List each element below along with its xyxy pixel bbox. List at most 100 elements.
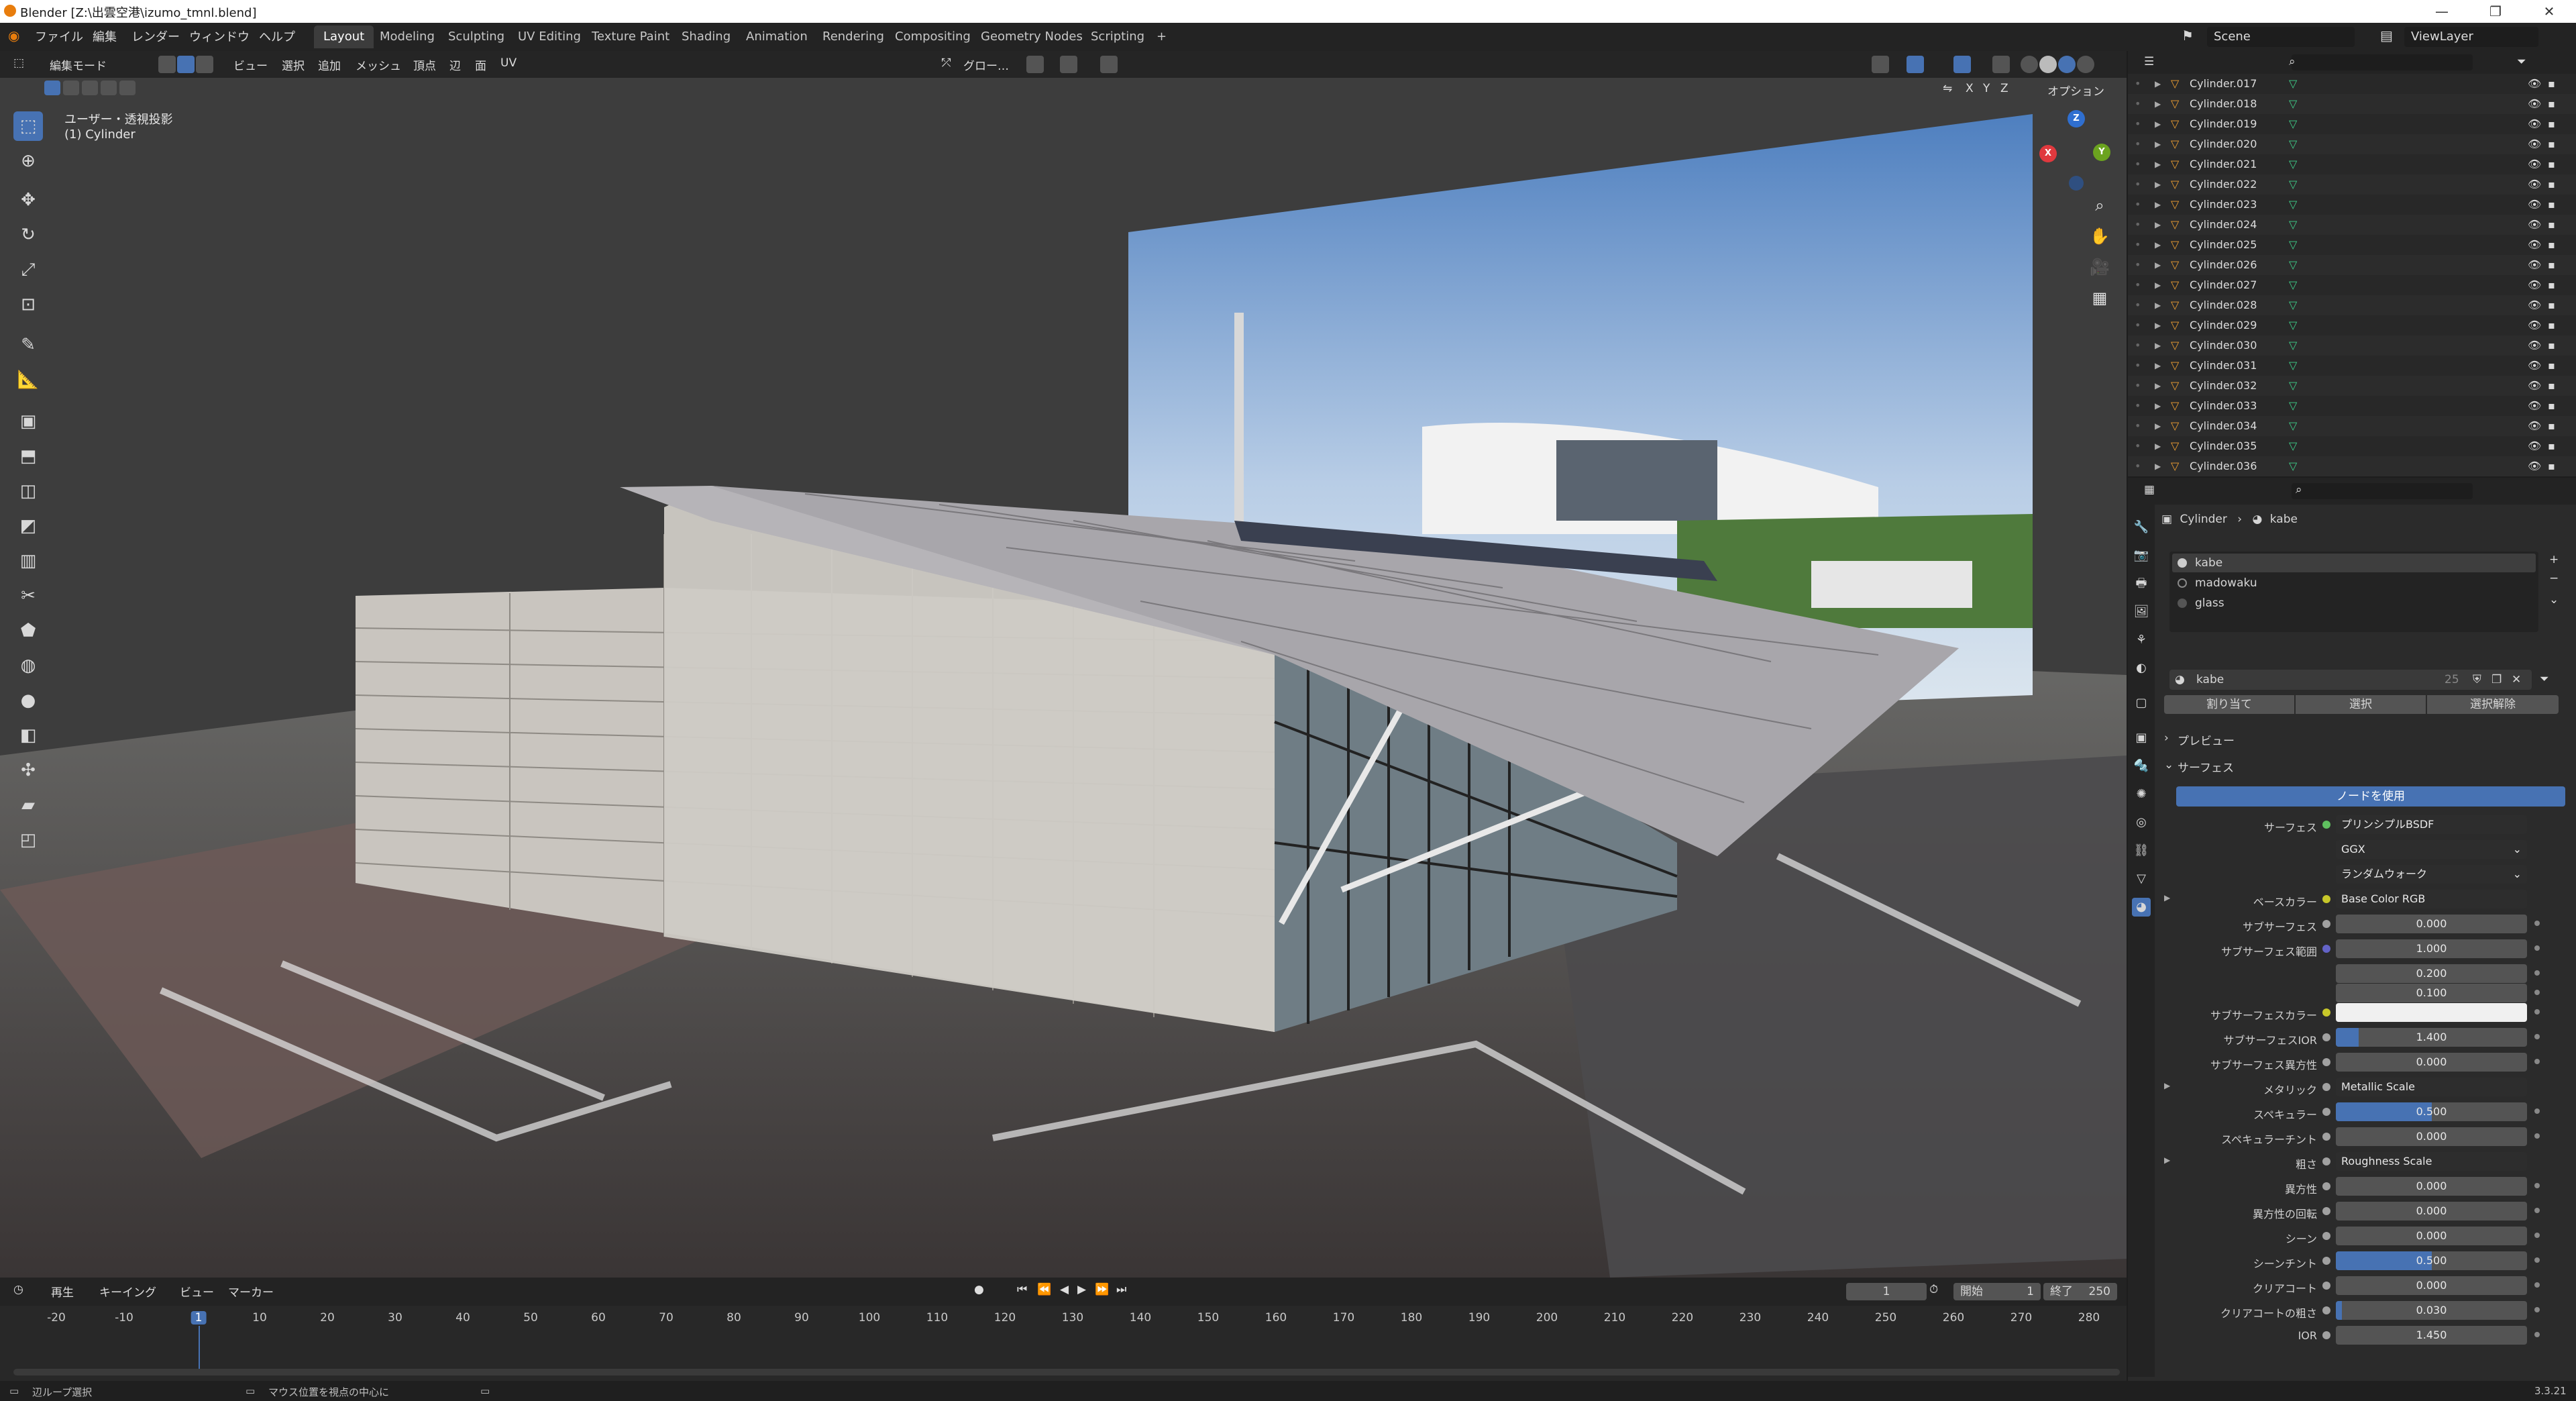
- slot-menu-icon[interactable]: ⌄: [2549, 593, 2559, 607]
- socket-icon[interactable]: [2322, 1257, 2330, 1265]
- menu-vertex[interactable]: 頂点: [413, 56, 436, 73]
- remove-slot-icon[interactable]: −: [2549, 572, 2559, 585]
- material-datablock-selector[interactable]: ◕ kabe 25 ⛨ ❐ ✕: [2169, 670, 2532, 690]
- xray-toggle-button[interactable]: [1992, 56, 2010, 73]
- properties-search-input[interactable]: [2292, 483, 2473, 499]
- keyframe-dot-icon[interactable]: [2534, 1332, 2540, 1337]
- menu-view[interactable]: ビュー: [233, 56, 268, 73]
- eye-icon[interactable]: 👁: [2528, 275, 2541, 295]
- keyframe-dot-icon[interactable]: [2534, 1282, 2540, 1288]
- shear-tool-icon[interactable]: ▰: [13, 790, 43, 820]
- tab-compositing[interactable]: Compositing: [885, 25, 980, 48]
- property-value-field[interactable]: 0.000: [2336, 1276, 2527, 1295]
- property-value-field[interactable]: 1.400: [2336, 1028, 2527, 1047]
- maximize-button[interactable]: ❐: [2469, 0, 2522, 23]
- keyframe-dot-icon[interactable]: [2534, 1059, 2540, 1064]
- expand-arrow-icon[interactable]: ▶: [2155, 114, 2161, 134]
- bevel-tool-icon[interactable]: ◩: [13, 511, 43, 541]
- expand-arrow-icon[interactable]: ▶: [2155, 295, 2161, 315]
- expand-arrow-icon[interactable]: ▶: [2155, 134, 2161, 154]
- expand-arrow-icon[interactable]: ▶: [2155, 74, 2161, 94]
- tab-shading[interactable]: Shading: [672, 25, 740, 48]
- mirror-y-toggle[interactable]: Y: [1983, 82, 1990, 95]
- menu-window[interactable]: ウィンドウ: [189, 28, 250, 45]
- eye-icon[interactable]: 👁: [2528, 376, 2541, 396]
- material-slot-list[interactable]: kabe madowaku glass: [2169, 552, 2538, 632]
- render-tab-icon[interactable]: 📷: [2132, 546, 2151, 565]
- dropdown-select[interactable]: ランダムウォーク ⌄: [2336, 865, 2527, 884]
- tab-rendering[interactable]: Rendering: [813, 25, 894, 48]
- socket-icon[interactable]: [2322, 1058, 2330, 1066]
- eye-icon[interactable]: 👁: [2528, 456, 2541, 476]
- loop-cut-tool-icon[interactable]: ▥: [13, 546, 43, 576]
- perspective-toggle-icon[interactable]: ▦: [2086, 284, 2113, 311]
- dropdown-select[interactable]: GGX ⌄: [2336, 840, 2527, 859]
- shrink-fatten-tool-icon[interactable]: ✣: [13, 756, 43, 785]
- camera-icon[interactable]: ▪: [2548, 255, 2555, 275]
- outliner-item[interactable]: • ▶ ▽ Cylinder.023 ▽ 👁 ▪: [2128, 195, 2576, 215]
- fake-user-icon[interactable]: ⛨: [2473, 673, 2481, 686]
- options-menu[interactable]: オプション: [2047, 82, 2104, 99]
- camera-icon[interactable]: ▪: [2548, 235, 2555, 255]
- socket-icon[interactable]: [2322, 1182, 2330, 1190]
- filter-icon[interactable]: ⏷: [2517, 55, 2526, 68]
- eye-icon[interactable]: 👁: [2528, 295, 2541, 315]
- scale-tool-icon[interactable]: ⤢: [13, 255, 43, 284]
- outliner-item[interactable]: • ▶ ▽ Cylinder.027 ▽ 👁 ▪: [2128, 275, 2576, 295]
- outliner-item[interactable]: • ▶ ▽ Cylinder.029 ▽ 👁 ▪: [2128, 315, 2576, 335]
- eye-icon[interactable]: 👁: [2528, 94, 2541, 114]
- menu-edge[interactable]: 辺: [449, 56, 461, 73]
- pivot-point-button[interactable]: [1026, 56, 1044, 73]
- extrude-tool-icon[interactable]: ⬒: [13, 442, 43, 471]
- keyframe-dot-icon[interactable]: [2534, 1133, 2540, 1139]
- outliner-item[interactable]: • ▶ ▽ Cylinder.031 ▽ 👁 ▪: [2128, 356, 2576, 376]
- shading-wireframe-button[interactable]: [2021, 56, 2038, 73]
- transform-tool-icon[interactable]: ⊡: [13, 290, 43, 319]
- add-slot-icon[interactable]: +: [2549, 553, 2559, 566]
- keyframe-dot-icon[interactable]: [2534, 921, 2540, 926]
- menu-select[interactable]: 選択: [282, 56, 305, 73]
- vertex-select-button[interactable]: [158, 56, 176, 73]
- rip-tool-icon[interactable]: ◰: [13, 825, 43, 855]
- socket-icon[interactable]: [2322, 920, 2330, 928]
- socket-icon[interactable]: [2322, 1282, 2330, 1290]
- menu-render[interactable]: レンダー: [131, 28, 180, 45]
- property-value-field[interactable]: 0.000: [2336, 1053, 2527, 1072]
- expand-arrow-icon[interactable]: ▶: [2155, 376, 2161, 396]
- camera-icon[interactable]: ▪: [2548, 134, 2555, 154]
- add-cube-tool-icon[interactable]: ▣: [13, 407, 43, 436]
- editor-type-icon[interactable]: ⬚: [13, 56, 24, 70]
- linked-node-field[interactable]: Base Color RGB: [2336, 890, 2527, 909]
- spin-tool-icon[interactable]: ◍: [13, 651, 43, 680]
- expand-arrow-icon[interactable]: ▶: [2155, 356, 2161, 376]
- face-select-button[interactable]: [196, 56, 213, 73]
- socket-icon[interactable]: [2322, 1108, 2330, 1116]
- material-name-field[interactable]: kabe: [2196, 673, 2224, 686]
- overlay-toggle-button[interactable]: [1953, 56, 1971, 73]
- keyframe-dot-icon[interactable]: [2534, 1108, 2540, 1114]
- 3d-viewport[interactable]: ⬚ 編集モード ビュー 選択 追加 メッシュ 頂点 辺 面 UV ⤱ グロー… …: [0, 51, 2127, 1278]
- outliner-item[interactable]: • ▶ ▽ Cylinder.021 ▽ 👁 ▪: [2128, 154, 2576, 174]
- zoom-icon[interactable]: ⌕: [2086, 192, 2113, 219]
- expand-arrow-icon[interactable]: ▶: [2155, 255, 2161, 275]
- gizmo-y-axis[interactable]: Y: [2093, 144, 2110, 161]
- menu-mesh[interactable]: メッシュ: [356, 56, 401, 73]
- outliner-item[interactable]: • ▶ ▽ Cylinder.035 ▽ 👁 ▪: [2128, 436, 2576, 456]
- outliner-item[interactable]: • ▶ ▽ Cylinder.032 ▽ 👁 ▪: [2128, 376, 2576, 396]
- output-tab-icon[interactable]: 🖶: [2132, 574, 2151, 593]
- keyframe-dot-icon[interactable]: [2534, 1034, 2540, 1039]
- gizmo-z-axis[interactable]: Z: [2068, 110, 2085, 127]
- expand-arrow-icon[interactable]: ▶: [2155, 195, 2161, 215]
- camera-icon[interactable]: ▪: [2548, 436, 2555, 456]
- keyframe-dot-icon[interactable]: [2534, 1183, 2540, 1188]
- menu-uv[interactable]: UV: [500, 56, 517, 70]
- camera-icon[interactable]: ▪: [2548, 114, 2555, 134]
- camera-icon[interactable]: ▪: [2548, 215, 2555, 235]
- tab-animation[interactable]: Animation: [737, 25, 817, 48]
- eye-icon[interactable]: 👁: [2528, 215, 2541, 235]
- poly-build-tool-icon[interactable]: ⬟: [13, 616, 43, 645]
- pan-hand-icon[interactable]: ✋: [2086, 223, 2113, 250]
- mirror-z-toggle[interactable]: Z: [2000, 82, 2008, 95]
- particles-tab-icon[interactable]: ✺: [2132, 785, 2151, 804]
- outliner-item[interactable]: • ▶ ▽ Cylinder.017 ▽ 👁 ▪: [2128, 74, 2576, 94]
